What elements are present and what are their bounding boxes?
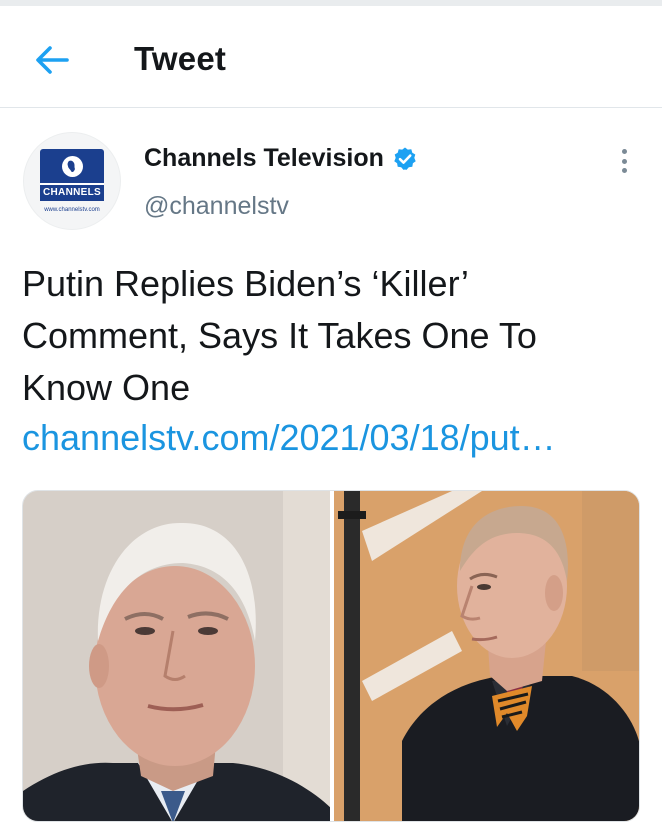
tweet-media[interactable] (22, 490, 640, 822)
tweet-link[interactable]: channelstv.com/2021/03/18/put… (22, 412, 647, 464)
avatar[interactable]: CHANNELS www.channelstv.com (23, 132, 121, 230)
more-options-button[interactable] (612, 146, 636, 176)
more-dot-icon (621, 149, 627, 154)
right-photo (332, 491, 639, 821)
page-title: Tweet (134, 40, 227, 77)
photo-divider (330, 491, 334, 821)
tweet-text-line: Putin Replies Biden’s ‘Killer’ (22, 263, 469, 304)
author-display-name[interactable]: Channels Television (144, 144, 418, 173)
globe-icon (62, 156, 83, 177)
tweet-text-line: Comment, Says It Takes One To (22, 315, 537, 356)
arrow-left-icon (36, 46, 69, 74)
tweet-text: Putin Replies Biden’s ‘Killer’ Comment, … (22, 258, 642, 414)
left-photo (23, 491, 332, 821)
more-dot-icon (621, 158, 627, 164)
tweet-text-line: Know One (22, 367, 191, 408)
author-name-text: Channels Television (144, 144, 384, 172)
verified-badge-icon (394, 147, 416, 170)
avatar-brand-text: CHANNELS (40, 183, 104, 201)
app-header: Tweet (0, 6, 662, 108)
author-handle[interactable]: @channelstv (144, 192, 289, 221)
more-dot-icon (621, 168, 627, 173)
back-button[interactable] (30, 38, 74, 82)
avatar-url-text: www.channelstv.com (44, 207, 100, 213)
